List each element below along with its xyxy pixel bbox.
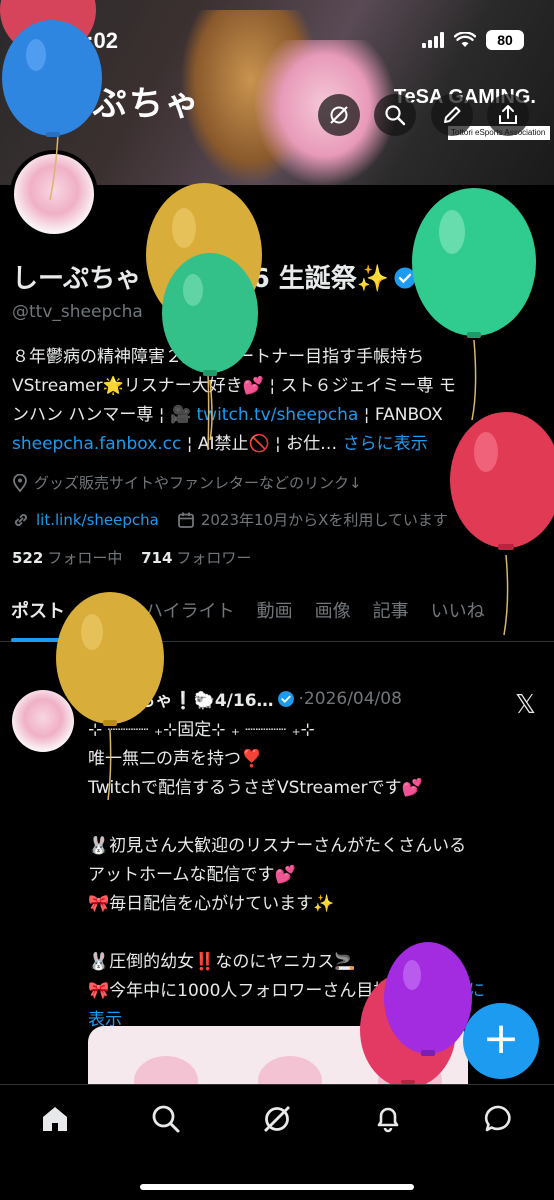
post-line: [88, 803, 543, 832]
bio-text: VStreamer🌟リスナー大好き💕 ¦ スト６ジェイミー専 モ: [12, 376, 456, 396]
following-link[interactable]: 522 フォロー中: [12, 549, 122, 567]
bio-show-more-link[interactable]: さらに表示: [343, 434, 428, 454]
twitch-link[interactable]: twitch.tv/sheepcha: [197, 405, 359, 425]
post-line: 🐰圧倒的幼女‼️なのにヤニカス🚬: [88, 952, 356, 972]
followers-count: 714: [141, 549, 173, 567]
edit-button[interactable]: [431, 94, 473, 136]
verified-badge-icon: [277, 690, 294, 707]
post-line: [88, 919, 543, 948]
bio-line: ンハン ハンマー専 ¦ 🎥 twitch.tv/sheepcha ¦ FANBO…: [12, 401, 542, 430]
compose-post-button[interactable]: +: [463, 1003, 539, 1079]
post-text[interactable]: ⊹ ┈┈┈┈ ₊⊹固定⊹ ₊ ┈┈┈┈ ₊⊹ 唯一無二の声を持つ❣️ Twitc…: [88, 716, 543, 1035]
post-line: 🎀今年中に1000人フォロワーさん目指す✨ さらに: [88, 977, 543, 1006]
post-author-name[interactable]: しーぷちゃ❕🐑4/16…: [88, 686, 274, 711]
home-indicator: [140, 1184, 414, 1190]
search-icon: [152, 1105, 180, 1133]
tab-posts[interactable]: ポスト: [0, 590, 76, 642]
banner-name-text: しーぷちゃ: [22, 84, 201, 124]
nav-search[interactable]: [148, 1101, 184, 1137]
post-line: ⊹ ┈┈┈┈ ₊⊹固定⊹ ₊ ┈┈┈┈ ₊⊹: [88, 720, 315, 740]
bio-text: ¦ FANBOX: [358, 405, 443, 425]
tab-highlights[interactable]: ハイライト: [134, 590, 246, 642]
chat-icon: [484, 1105, 511, 1132]
profile-tabs: ポスト 返信 ハイライト 動画 画像 記事 いいね: [0, 590, 554, 642]
post-date: ·2026/04/08: [298, 688, 402, 709]
bio-line: sheepcha.fanbox.cc ¦ AI禁止🚫 ¦ お仕… さらに表示: [12, 430, 542, 459]
share-icon: [499, 105, 517, 124]
pin-icon: [61, 665, 73, 679]
search-icon: [385, 105, 406, 126]
grok-button[interactable]: [318, 94, 360, 136]
pinned-label: 固定: [82, 665, 110, 681]
category-text: グッズ販売サイトやファンレターなどのリンク↓: [34, 474, 362, 492]
nav-grok[interactable]: [259, 1101, 295, 1137]
tab-likes[interactable]: いいね: [420, 590, 496, 642]
status-time: 0:02: [74, 28, 119, 53]
verified-badge-icon[interactable]: [393, 266, 417, 290]
post-line: 🐰初見さん大歓迎のリスナーさんがたくさんいる: [88, 836, 467, 856]
bio-line: VStreamer🌟リスナー大好き💕 ¦ スト６ジェイミー専 モ: [12, 372, 542, 401]
grok-icon: [330, 106, 348, 124]
tab-images[interactable]: 画像: [304, 590, 362, 642]
profile-display-name: しーぷちゃ❕🐑4/16 生誕祭✨: [12, 258, 417, 295]
post-media-image[interactable]: [88, 1026, 468, 1086]
wifi-icon: [454, 32, 476, 47]
bio-text: ンハン ハンマー専 ¦ 🎥: [12, 405, 197, 425]
nav-notifications[interactable]: [370, 1101, 406, 1137]
bio-text: ８年鬱病の精神障害２級‼️パートナー目指す手帳持ち: [12, 347, 425, 367]
battery-level: 80: [486, 30, 524, 50]
grok-icon: [264, 1106, 290, 1132]
nav-home[interactable]: [37, 1101, 73, 1137]
post-author-avatar[interactable]: [12, 690, 74, 752]
following-count: 522: [12, 549, 44, 567]
nav-messages[interactable]: [481, 1101, 517, 1137]
calendar-icon: [177, 512, 194, 528]
signal-icon: [422, 32, 444, 48]
status-indicators: 80: [422, 30, 524, 50]
post-line: Twitchで配信するうさぎVStreamerです💕: [88, 778, 423, 798]
post-header: しーぷちゃ❕🐑4/16… ·2026/04/08: [88, 686, 402, 712]
followers-label: フォロワー: [176, 549, 252, 567]
pinned-indicator: 固定: [60, 662, 110, 682]
link-icon: [15, 513, 27, 526]
bio-text: ¦ AI禁止🚫 ¦ お仕…: [181, 434, 343, 454]
profile-bio: ８年鬱病の精神障害２級‼️パートナー目指す手帳持ち VStreamer🌟リスナー…: [12, 343, 542, 459]
profile-avatar[interactable]: [10, 150, 98, 238]
following-label: フォロー中: [47, 549, 123, 567]
profile-category: グッズ販売サイトやファンレターなどのリンク↓: [12, 472, 362, 493]
home-icon: [43, 1107, 67, 1131]
fanbox-link[interactable]: sheepcha.fanbox.cc: [12, 434, 181, 454]
post-line: 唯一無二の声を持つ❣️: [88, 749, 263, 769]
tab-articles[interactable]: 記事: [362, 590, 420, 642]
tab-videos[interactable]: 動画: [246, 590, 304, 642]
display-name-text: しーぷちゃ❕🐑4/16 生誕祭✨: [12, 264, 390, 294]
post-show-more-link[interactable]: さらに: [434, 981, 485, 1001]
pencil-icon: [444, 106, 461, 123]
profile-meta-row: lit.link/sheepcha 2023年10月からXを利用しています: [12, 509, 448, 530]
search-button[interactable]: [374, 94, 416, 136]
bio-line: ８年鬱病の精神障害２級‼️パートナー目指す手帳持ち: [12, 343, 542, 372]
tab-replies[interactable]: 返信: [76, 590, 134, 642]
bell-icon: [377, 1107, 399, 1133]
bottom-navigation: [0, 1084, 554, 1200]
post-line-text: 🎀今年中に1000人フォロワーさん目指す✨: [88, 981, 435, 1001]
share-button[interactable]: [487, 94, 529, 136]
post-line: アットホームな配信です💕: [88, 865, 296, 885]
profile-handle: @ttv_sheepcha: [12, 302, 143, 322]
profile-website-link[interactable]: lit.link/sheepcha: [36, 511, 159, 529]
location-pin-icon: [13, 473, 27, 492]
followers-link[interactable]: 714 フォロワー: [141, 549, 251, 567]
joined-date-text: 2023年10月からXを利用しています: [200, 511, 448, 529]
post-line: 🎀毎日配信を心がけています✨: [88, 894, 335, 914]
follow-counts: 522 フォロー中 714 フォロワー: [12, 547, 251, 568]
